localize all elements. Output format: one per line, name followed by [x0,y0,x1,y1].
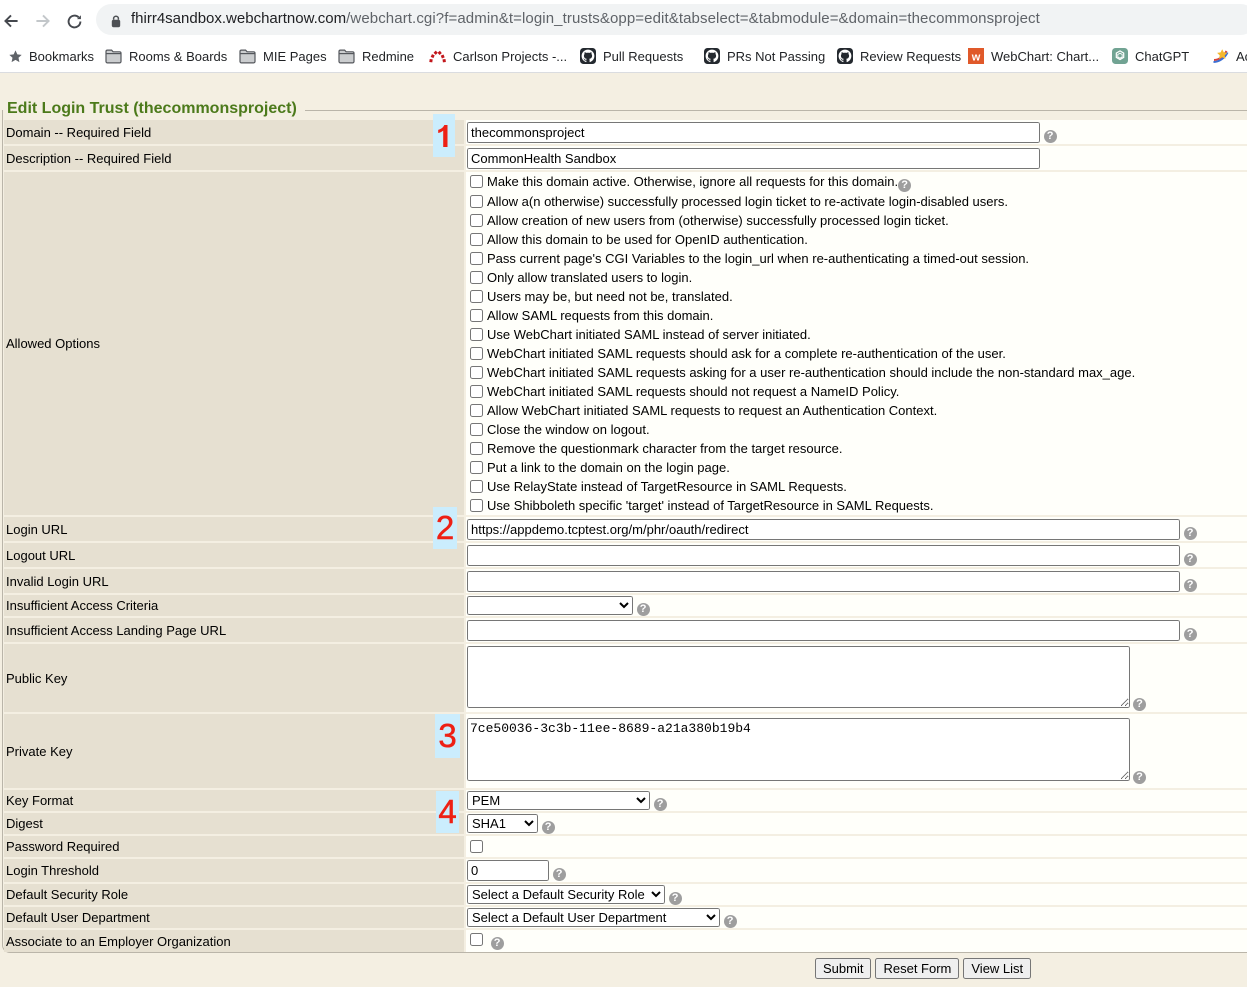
svg-text:w: w [971,52,981,64]
